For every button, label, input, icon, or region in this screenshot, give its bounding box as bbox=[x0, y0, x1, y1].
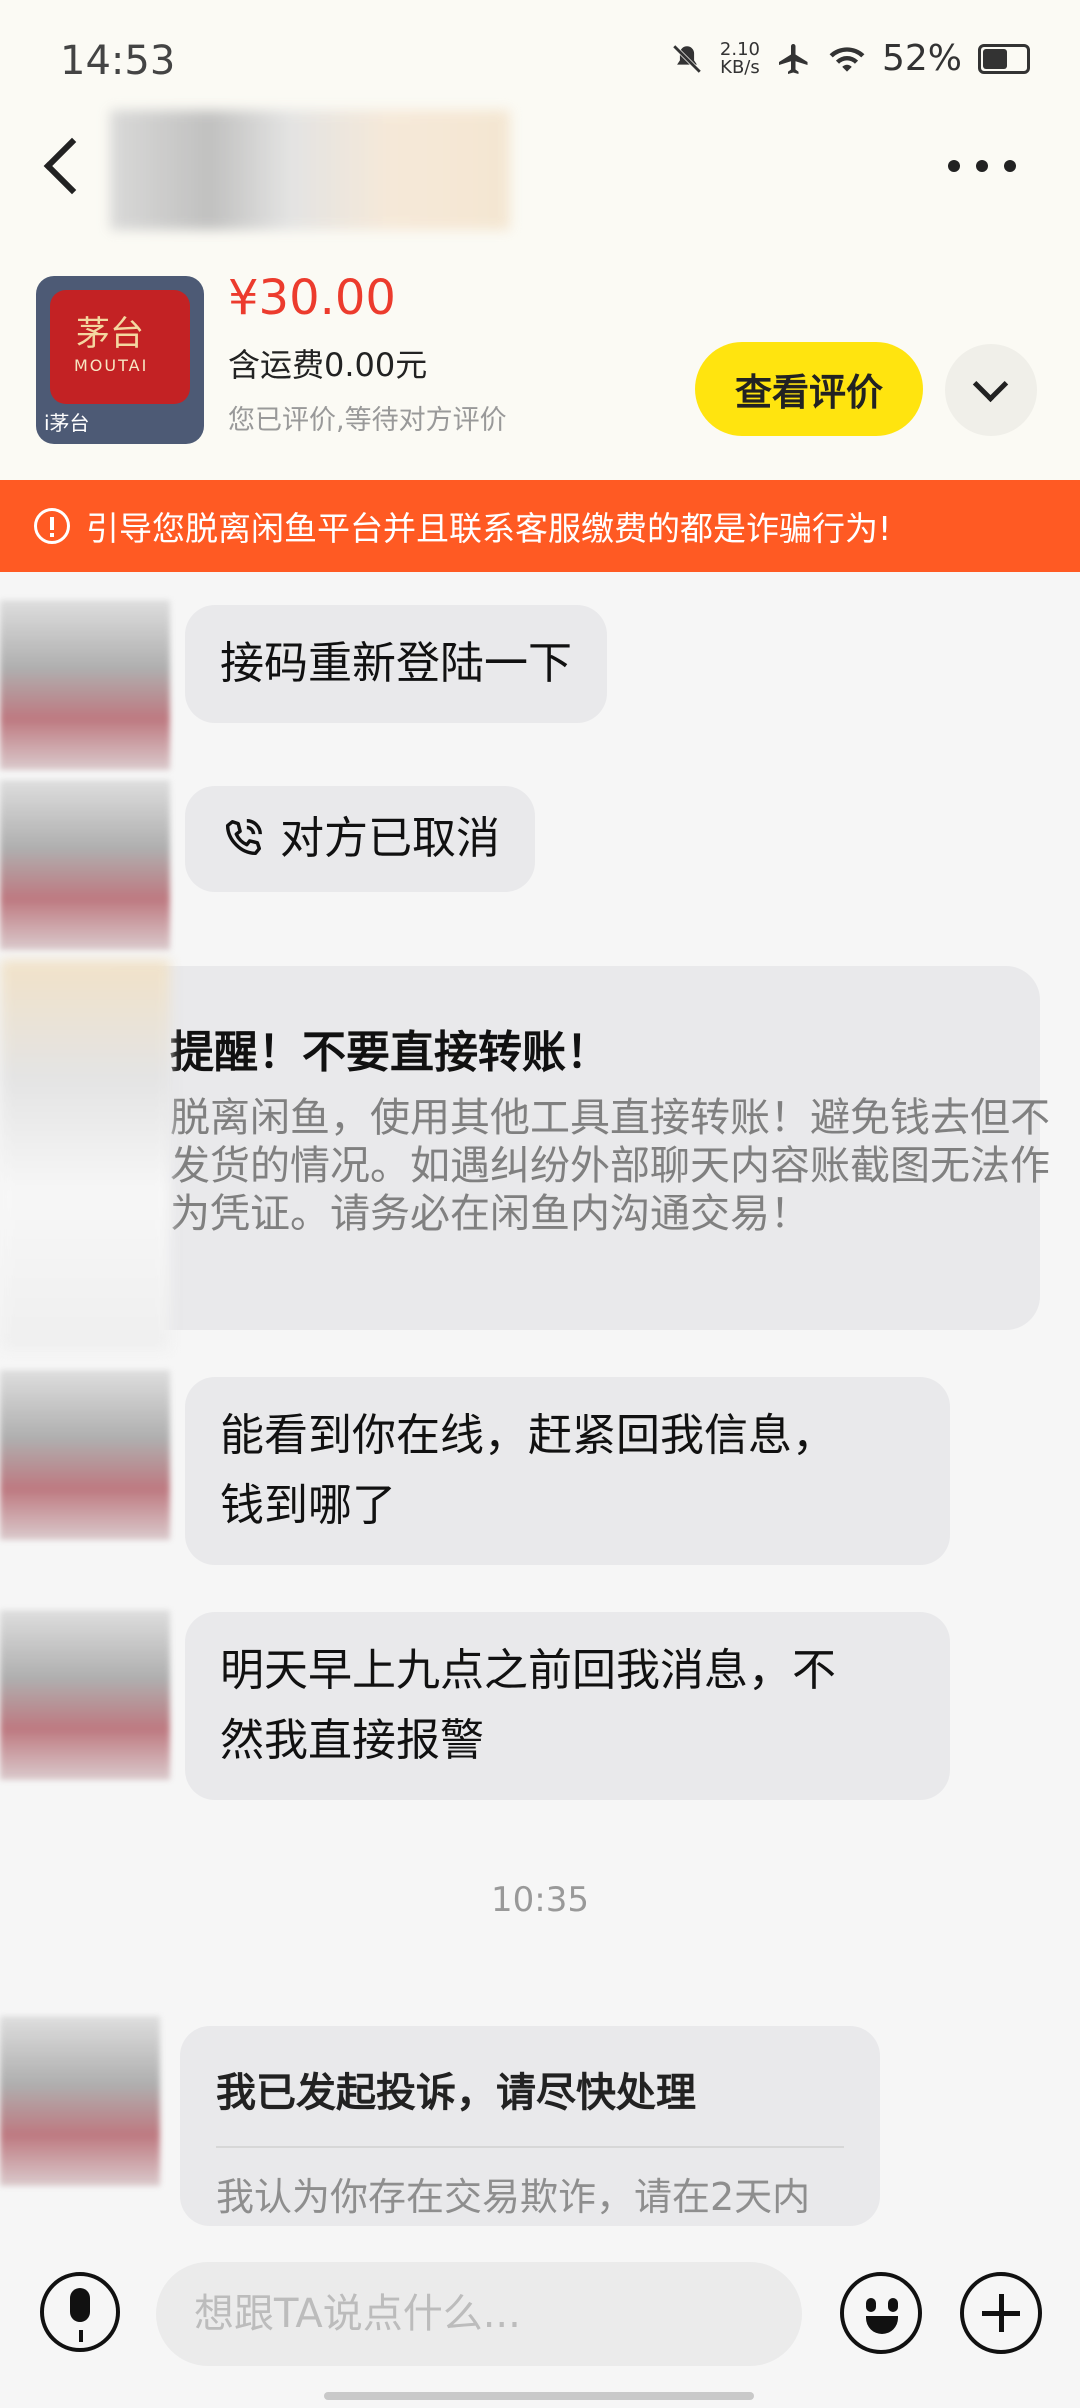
thumb-tag: i茅台 bbox=[44, 411, 90, 435]
shipping-fee: 含运费0.00元 bbox=[228, 346, 428, 384]
fraud-warning-banner: 引导您脱离闲鱼平台并且联系客服缴费的都是诈骗行为! bbox=[0, 480, 1080, 572]
message-bubble: 能看到你在线，赶紧回我信息， 钱到哪了 bbox=[185, 1377, 950, 1565]
bell-off-icon bbox=[672, 44, 702, 73]
avatar[interactable] bbox=[0, 2016, 160, 2186]
call-cancelled-bubble[interactable]: 对方已取消 bbox=[185, 786, 535, 892]
complaint-body: 我认为你存在交易欺诈，请在2天内处理，超时未处理平台将介入 bbox=[216, 2175, 811, 2226]
complaint-title: 我已发起投诉，请尽快处理 bbox=[216, 2060, 844, 2148]
complaint-card[interactable]: 我已发起投诉，请尽快处理 我认为你存在交易欺诈，请在2天内处理，超时未处理平台将… bbox=[180, 2026, 880, 2226]
chevron-down-icon bbox=[972, 366, 1009, 403]
wifi-icon bbox=[829, 46, 865, 72]
thumb-brand-text: MOUTAI bbox=[74, 356, 149, 375]
battery-icon bbox=[978, 43, 1030, 74]
status-icons: 2.10 KB/s 52% bbox=[670, 38, 1030, 79]
phone-call-icon bbox=[225, 819, 262, 856]
avatar[interactable] bbox=[0, 780, 170, 950]
avatar-blurred-column bbox=[0, 960, 170, 1350]
message-input[interactable] bbox=[156, 2262, 802, 2366]
network-speed: 2.10 KB/s bbox=[719, 38, 760, 78]
battery-level: 52% bbox=[881, 38, 962, 79]
view-review-button[interactable]: 查看评价 bbox=[695, 342, 923, 436]
review-status: 您已评价,等待对方评价 bbox=[228, 405, 507, 436]
status-time: 14:53 bbox=[60, 38, 176, 84]
avatar[interactable] bbox=[0, 1370, 170, 1540]
contact-name-blurred bbox=[110, 110, 510, 230]
home-indicator[interactable] bbox=[324, 2392, 754, 2400]
message-bubble: 接码重新登陆一下 bbox=[185, 605, 607, 723]
fraud-warning-text: 引导您脱离闲鱼平台并且联系客服缴费的都是诈骗行为! bbox=[86, 509, 892, 548]
emoji-icon[interactable] bbox=[840, 2272, 922, 2354]
avatar[interactable] bbox=[0, 600, 170, 770]
alert-icon bbox=[34, 508, 70, 544]
add-attachment-icon[interactable] bbox=[960, 2272, 1042, 2354]
notice-body: 脱离闲鱼，使用其他工具直接转账！避免钱去但不发货的情况。如遇纠纷外部聊天内容账截… bbox=[170, 1095, 1050, 1237]
message-bubble: 明天早上九点之前回我消息，不 然我直接报警 bbox=[185, 1612, 950, 1800]
expand-button[interactable] bbox=[945, 344, 1037, 436]
more-options-icon[interactable] bbox=[948, 160, 1016, 172]
avatar[interactable] bbox=[0, 1610, 170, 1780]
message-timestamp: 10:35 bbox=[491, 1880, 589, 1920]
product-thumbnail[interactable]: 茅台 MOUTAI i茅台 bbox=[36, 276, 204, 444]
transfer-warning-card: 提醒！不要直接转账！ 脱离闲鱼，使用其他工具直接转账！避免钱去但不发货的情况。如… bbox=[90, 966, 1050, 1330]
microphone-icon[interactable] bbox=[40, 2272, 120, 2352]
notice-title: 提醒！不要直接转账！ bbox=[170, 1027, 610, 1078]
airplane-icon bbox=[778, 43, 808, 74]
product-price: ¥30.00 bbox=[228, 270, 396, 326]
thumb-logo-text: 茅台 bbox=[76, 314, 144, 354]
